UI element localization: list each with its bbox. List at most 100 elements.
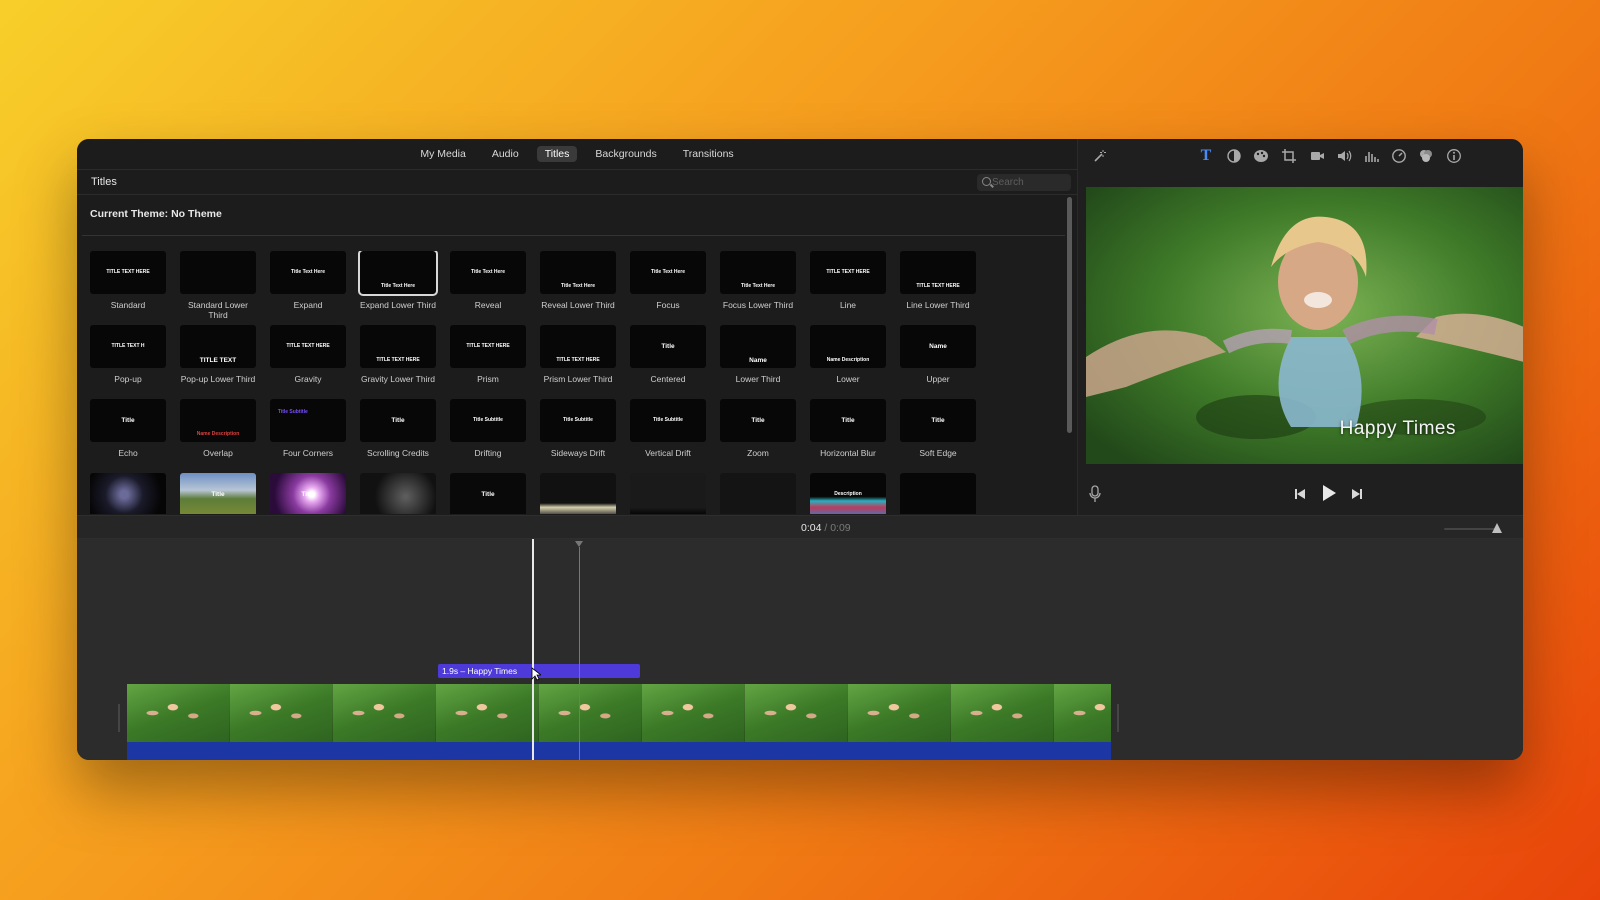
title-tile[interactable]: Title Subtitle Vertical Drift (630, 399, 706, 458)
title-thumbnail (360, 473, 436, 514)
title-tile[interactable]: TITLE TEXT H Pop-up (90, 325, 166, 384)
title-tile[interactable]: Title Text Here Expand Lower Third (358, 251, 438, 310)
timeline-zoom-knob[interactable] (1492, 523, 1502, 533)
title-name: Gravity (294, 374, 322, 384)
timeline-header: 0:04 / 0:09 (77, 515, 1523, 539)
title-preview-text: Title Text Here (651, 269, 685, 275)
clip-audio-bar (127, 742, 1111, 760)
title-preview-text: TITLE TEXT HERE (916, 283, 960, 289)
search-input[interactable] (992, 177, 1062, 188)
play-icon[interactable] (1321, 484, 1337, 507)
title-name: Lower (836, 374, 860, 384)
title-tile[interactable]: Title Scrolling Credits (360, 399, 436, 458)
clip-trim-handle-right[interactable] (1117, 704, 1119, 732)
titles-tool-icon[interactable]: T (1198, 148, 1214, 164)
tab-titles[interactable]: Titles (536, 146, 578, 162)
title-thumbnail: Name (900, 325, 976, 368)
title-name: Expand (293, 300, 323, 310)
title-name: Vertical Drift (645, 448, 691, 458)
title-tile[interactable]: Standard Lower Third (180, 251, 256, 320)
divider (82, 235, 1065, 236)
volume-icon[interactable] (1336, 148, 1352, 164)
title-thumbnail: Title Text Here (270, 251, 346, 294)
search-field[interactable] (977, 174, 1071, 191)
title-thumbnail: Title (630, 325, 706, 368)
title-preview-text: Name Description (196, 431, 240, 437)
tab-my-media[interactable]: My Media (412, 146, 474, 162)
clip-filmstrip (127, 684, 1111, 742)
title-tile[interactable]: Title Text Here Reveal (450, 251, 526, 310)
title-tile[interactable] (360, 473, 436, 514)
equalizer-icon[interactable] (1363, 148, 1379, 164)
info-icon[interactable] (1446, 148, 1462, 164)
title-thumbnail: Title Subtitle (270, 399, 346, 442)
timeline[interactable]: 1.9s – Happy Times (77, 539, 1523, 760)
clip-trim-handle-left[interactable] (118, 704, 120, 732)
title-tile[interactable]: Title Subtitle Drifting (450, 399, 526, 458)
title-tile[interactable]: Title Text Here Reveal Lower Third (540, 251, 616, 310)
title-thumbnail: Title (270, 473, 346, 514)
crop-icon[interactable] (1281, 148, 1297, 164)
title-tile[interactable]: Title Text Here Focus (630, 251, 706, 310)
timecode: 0:04 / 0:09 (801, 522, 851, 534)
title-tile[interactable]: TITLE TEXT HERE Line (810, 251, 886, 310)
browser-title: Titles (91, 176, 117, 188)
title-tile[interactable]: TITLE TEXT HERE Gravity Lower Third (360, 325, 436, 384)
title-tile[interactable] (90, 473, 166, 514)
playhead[interactable] (532, 539, 534, 760)
current-time: 0:04 (801, 522, 822, 534)
title-tile[interactable]: Title Horizontal Blur (810, 399, 886, 458)
title-tile[interactable]: Title Text Here Focus Lower Third (720, 251, 796, 310)
speed-icon[interactable] (1391, 148, 1407, 164)
title-tile[interactable]: Title Subtitle Four Corners (270, 399, 346, 458)
title-tile[interactable]: Title Text Here Expand (270, 251, 346, 310)
magic-wand-icon[interactable] (1092, 148, 1108, 164)
title-tile[interactable]: TITLE TEXT HERE Line Lower Third (900, 251, 976, 310)
title-tile[interactable] (540, 473, 616, 514)
title-preview-text: Name (929, 343, 947, 350)
video-title-overlay: Happy Times (1339, 418, 1456, 439)
title-preview-text: Title (481, 491, 495, 498)
title-tile[interactable]: Title Echo (90, 399, 166, 458)
title-tile[interactable]: Title (270, 473, 346, 514)
title-thumbnail: TITLE TEXT H (90, 325, 166, 368)
microphone-icon[interactable] (1088, 485, 1102, 508)
title-tile[interactable]: Title (180, 473, 256, 514)
video-preview[interactable]: Happy Times (1086, 187, 1523, 464)
skip-forward-icon[interactable] (1351, 487, 1363, 505)
tab-backgrounds[interactable]: Backgrounds (587, 146, 664, 162)
title-thumbnail: Title Text Here (720, 251, 796, 294)
stabilization-icon[interactable] (1309, 148, 1325, 164)
title-tile[interactable]: Description (810, 473, 886, 514)
skip-back-icon[interactable] (1294, 487, 1306, 505)
title-name: Four Corners (282, 448, 334, 458)
tab-transitions[interactable]: Transitions (675, 146, 742, 162)
title-tile[interactable]: TITLE TEXT HERE Prism (450, 325, 526, 384)
title-tile[interactable]: Name Description Lower (810, 325, 886, 384)
tab-audio[interactable]: Audio (484, 146, 527, 162)
title-tile[interactable] (630, 473, 706, 514)
title-tile[interactable]: Name Description Overlap (180, 399, 256, 458)
search-icon (982, 177, 991, 186)
title-tile[interactable]: Title Zoom (720, 399, 796, 458)
title-tile[interactable]: Name Lower Third (720, 325, 796, 384)
filter-icon[interactable] (1418, 148, 1434, 164)
title-tile[interactable]: TITLE TEXT Pop-up Lower Third (180, 325, 256, 384)
title-tile[interactable] (900, 473, 976, 514)
title-tile[interactable]: TITLE TEXT HERE Gravity (270, 325, 346, 384)
title-tile[interactable]: Title Subtitle Sideways Drift (540, 399, 616, 458)
video-clip[interactable] (127, 684, 1111, 760)
browser-scrollbar[interactable] (1067, 197, 1072, 433)
title-name: Horizontal Blur (820, 448, 876, 458)
title-tile[interactable]: TITLE TEXT HERE Prism Lower Third (540, 325, 616, 384)
title-thumbnail: Title (180, 473, 256, 514)
title-tile[interactable]: Title Soft Edge (900, 399, 976, 458)
title-tile[interactable]: Title Centered (630, 325, 706, 384)
title-tile[interactable]: Title (450, 473, 526, 514)
color-palette-icon[interactable] (1253, 148, 1269, 164)
title-tile[interactable] (720, 473, 796, 514)
title-tile[interactable]: TITLE TEXT HERE Standard (90, 251, 166, 310)
title-tile[interactable]: Name Upper (900, 325, 976, 384)
title-thumbnail: Title (810, 399, 886, 442)
color-balance-icon[interactable] (1226, 148, 1242, 164)
